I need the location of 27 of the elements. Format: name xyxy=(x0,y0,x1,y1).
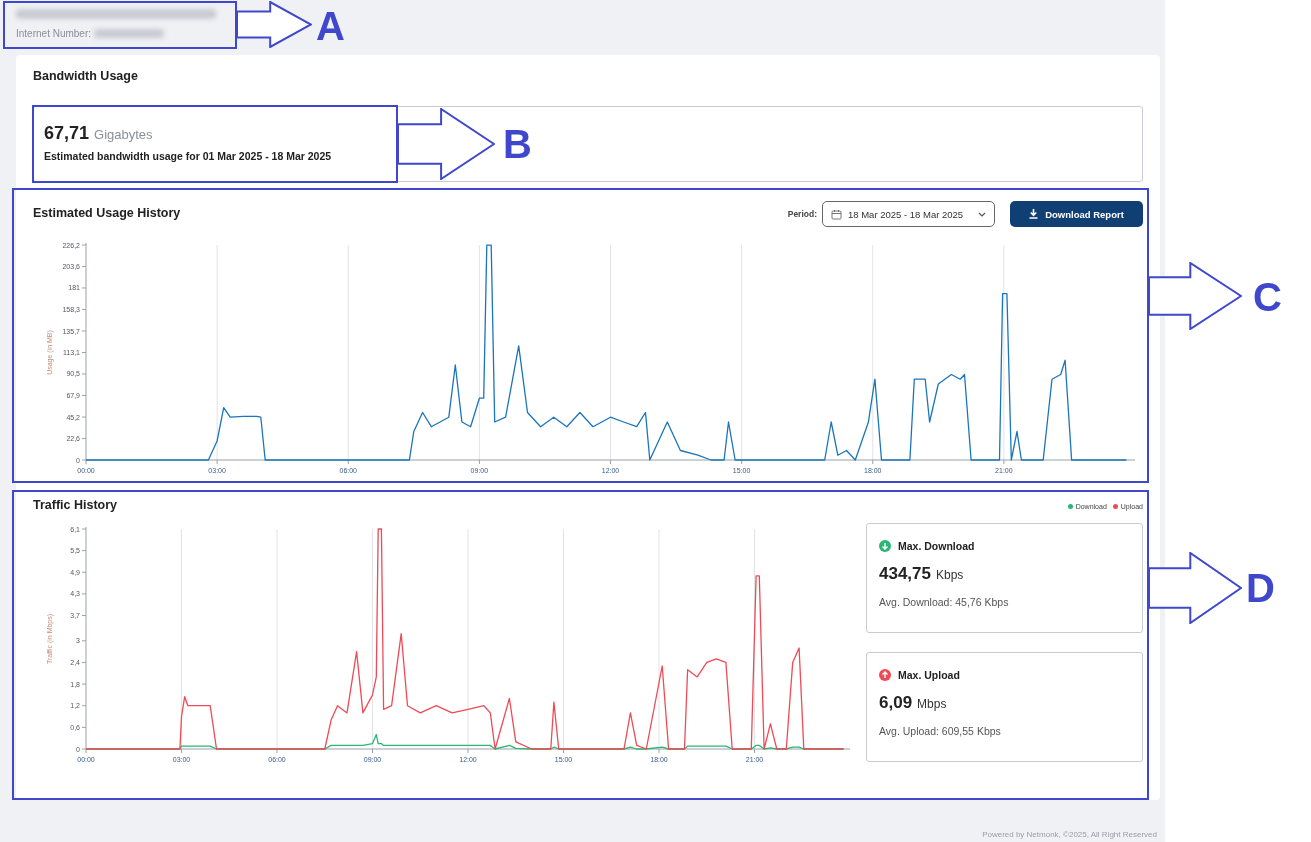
footer-text: Powered by Netmonk, ©2025, All Right Reserved xyxy=(981,830,1158,841)
stat-value: 6,09 xyxy=(879,693,913,713)
period-picker[interactable]: 18 Mar 2025 - 18 Mar 2025 xyxy=(822,201,995,227)
stat-average: Avg. Upload: 609,55 Kbps xyxy=(879,725,1002,737)
period-label: Period: xyxy=(787,209,817,219)
annotation-letter: A xyxy=(316,6,345,46)
stat-value: 434,75 xyxy=(879,564,931,584)
annotation-letter: C xyxy=(1253,277,1282,317)
chevron-down-icon xyxy=(978,211,986,217)
annotation-letter: D xyxy=(1246,568,1275,608)
section-title: Traffic History xyxy=(33,498,118,514)
stat-title: Max. Download xyxy=(898,540,975,552)
usage-total: 67,71 xyxy=(44,123,90,144)
section-title: Bandwidth Usage xyxy=(33,69,139,85)
download-icon xyxy=(1029,209,1039,219)
stat-unit: Mbps xyxy=(917,697,947,711)
section-title: Estimated Usage History xyxy=(33,206,181,222)
redacted-text xyxy=(94,29,165,38)
usage-description: Estimated bandwidth usage for 01 Mar 2025 - 18 Mar 2025 xyxy=(44,150,333,162)
download-report-button[interactable]: Download Report xyxy=(1010,201,1143,227)
annotation-letter: B xyxy=(503,124,532,164)
usage-unit: Gigabytes xyxy=(94,127,153,142)
calendar-icon xyxy=(831,208,842,220)
stat-title: Max. Upload xyxy=(898,669,960,681)
stat-unit: Kbps xyxy=(936,568,964,582)
stat-average: Avg. Download: 45,76 Kbps xyxy=(879,596,1010,608)
internet-number-label: Internet Number: xyxy=(16,28,92,39)
